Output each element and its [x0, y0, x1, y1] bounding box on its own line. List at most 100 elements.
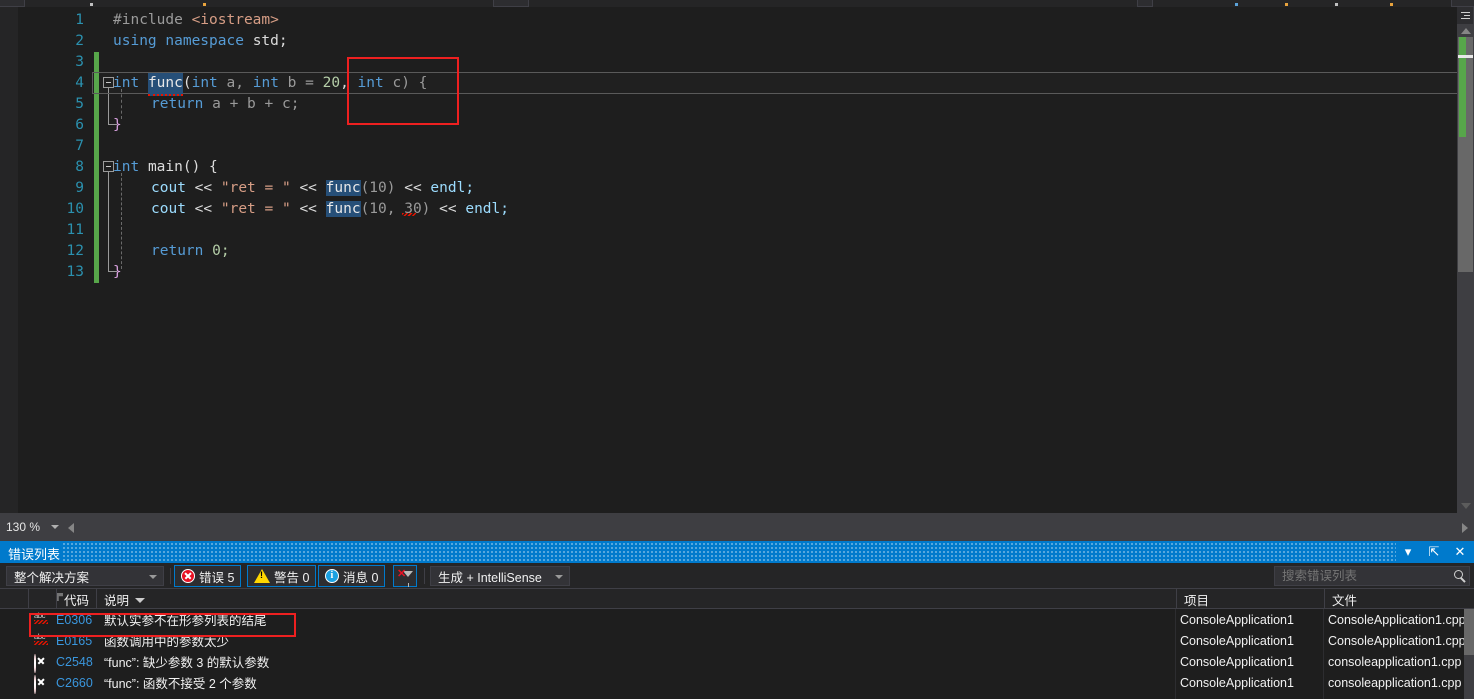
token-shift-op: <<	[299, 201, 317, 217]
code-line-10[interactable]: cout << "ret = " << func(10, 30) << endl…	[151, 199, 509, 220]
toolbar-separator	[170, 568, 171, 584]
errors-count-label: 错误 5	[199, 570, 235, 585]
scrollbar-change-marker	[1459, 37, 1466, 137]
table-row[interactable]: C2548 “func”: 缺少参数 3 的默认参数 ConsoleApplic…	[0, 651, 1474, 673]
messages-filter-button[interactable]: 消息 0	[318, 565, 386, 587]
h-scroll-left-arrow[interactable]	[68, 523, 74, 533]
error-list-vertical-scrollbar[interactable]	[1464, 609, 1474, 699]
cell-code: E0306	[56, 612, 93, 627]
column-header-file[interactable]: 文件	[1324, 589, 1464, 609]
panel-dropdown-button[interactable]: ▾	[1396, 541, 1420, 563]
token-param-c-close: c) {	[392, 75, 428, 91]
token-endl-2: endl;	[465, 201, 509, 217]
table-row[interactable]: abc E0165 函数调用中的参数太少 ConsoleApplication1…	[0, 630, 1474, 651]
sort-descending-icon[interactable]	[135, 591, 151, 607]
code-editor[interactable]: 1 2 3 4 5 6 7 8 9 10 11 12 13 #include <…	[0, 7, 1474, 513]
error-list-titlebar: 错误列表 ▾ ⇱ ✕	[0, 541, 1474, 563]
token-namespace: namespace	[165, 33, 244, 49]
code-line-5[interactable]: return a + b + c;	[151, 94, 299, 115]
table-row[interactable]: abc E0306 默认实参不在形参列表的结尾 ConsoleApplicati…	[0, 609, 1474, 630]
warnings-filter-button[interactable]: 警告 0	[247, 565, 317, 587]
column-header-description-label: 说明	[104, 593, 130, 608]
clear-filter-button[interactable]: ✕	[393, 565, 417, 587]
scope-filter-combo[interactable]: 整个解决方案	[6, 566, 164, 586]
error-list-title: 错误列表	[8, 547, 61, 562]
sliver-dot	[90, 3, 93, 6]
token-iostream-header: <iostream>	[191, 12, 279, 28]
chevron-down-icon[interactable]	[149, 575, 157, 579]
scrollbar-up-arrow[interactable]	[1461, 28, 1471, 34]
cut-off-toolbar-sliver	[0, 0, 1474, 7]
error-list-rows[interactable]: abc E0306 默认实参不在形参列表的结尾 ConsoleApplicati…	[0, 609, 1474, 699]
token-using: using	[113, 33, 157, 49]
warnings-count-label: 警告 0	[274, 570, 310, 585]
scrollbar-options-icon[interactable]	[1457, 7, 1473, 24]
code-line-8[interactable]: int main() {	[113, 157, 218, 178]
panel-pin-button[interactable]: ⇱	[1422, 541, 1446, 563]
token-comma: ,	[340, 75, 349, 91]
error-list-scrollbar-thumb[interactable]	[1464, 609, 1474, 655]
token-cout: cout	[151, 201, 186, 217]
h-scroll-right-arrow[interactable]	[1462, 523, 1468, 533]
token-call-args-2: (10, 30)	[360, 201, 431, 217]
search-icon[interactable]	[1454, 570, 1463, 579]
sliver-dot	[203, 3, 206, 6]
error-list-column-headers: 代码 说明 项目 文件	[0, 589, 1474, 609]
cell-project: ConsoleApplication1	[1180, 675, 1294, 690]
build-intellisense-combo[interactable]: 生成 + IntelliSense	[430, 566, 570, 586]
chevron-down-icon[interactable]	[555, 575, 563, 579]
drag-handle-dots[interactable]	[62, 541, 1396, 563]
error-icon	[34, 675, 36, 694]
code-line-9[interactable]: cout << "ret = " << func(10) << endl;	[151, 178, 474, 199]
code-line-1[interactable]: #include <iostream>	[113, 10, 279, 31]
token-func-call-1: func	[325, 180, 361, 196]
cell-project: ConsoleApplication1	[1180, 612, 1294, 627]
token-int-param-c: int	[357, 75, 384, 91]
code-line-2[interactable]: using namespace std;	[113, 31, 288, 52]
code-text-layer[interactable]: #include <iostream> using namespace std;…	[0, 7, 1474, 513]
error-list-panel[interactable]: 错误列表 ▾ ⇱ ✕ 整个解决方案 错误 5 警告 0 消息 0 ✕	[0, 541, 1474, 699]
scrollbar-down-arrow[interactable]	[1461, 503, 1471, 509]
error-icon	[181, 569, 195, 583]
token-zero: 0;	[212, 243, 230, 259]
clear-filter-x-icon: ✕	[397, 568, 407, 580]
editor-vertical-scrollbar[interactable]	[1457, 7, 1474, 513]
column-header-code[interactable]: 代码	[56, 589, 96, 609]
token-string-ret: "ret = "	[220, 180, 291, 196]
cell-description: “func”: 缺少参数 3 的默认参数	[104, 656, 270, 670]
search-input[interactable]	[1282, 569, 1442, 583]
token-func-call-2: func	[325, 201, 361, 217]
scrollbar-caret-marker	[1458, 55, 1473, 58]
token-return: return	[151, 96, 204, 112]
column-header-description[interactable]: 说明	[96, 589, 1176, 609]
column-header-project[interactable]: 项目	[1176, 589, 1324, 609]
errors-filter-button[interactable]: 错误 5	[174, 565, 242, 587]
code-line-12[interactable]: return 0;	[151, 241, 230, 262]
token-param-b: b =	[287, 75, 323, 91]
code-line-6[interactable]: }	[113, 115, 122, 136]
sliver-dot	[1235, 3, 1238, 6]
code-line-13[interactable]: }	[113, 262, 122, 283]
table-row[interactable]: C2660 “func”: 函数不接受 2 个参数 ConsoleApplica…	[0, 672, 1474, 694]
toolbar-separator	[424, 568, 425, 584]
token-endl-1: endl;	[430, 180, 475, 196]
column-header-icon[interactable]	[28, 589, 63, 609]
panel-close-button[interactable]: ✕	[1448, 541, 1472, 563]
token-func-declaration: func	[147, 73, 183, 96]
cell-description: “func”: 函数不接受 2 个参数	[104, 677, 257, 691]
chevron-down-icon[interactable]	[51, 525, 59, 529]
zoom-level-combo[interactable]: 130 %	[0, 514, 66, 540]
code-line-4[interactable]: int func(int a, int b = 20, int c) {	[113, 73, 427, 96]
error-list-search-box[interactable]	[1274, 566, 1470, 586]
